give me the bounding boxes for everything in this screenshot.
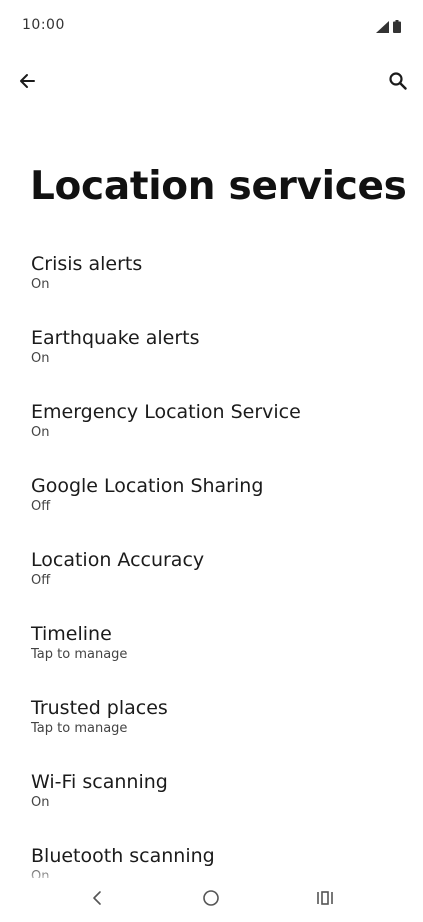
setting-summary: On: [31, 425, 50, 440]
setting-title: Trusted places: [31, 697, 168, 719]
setting-title: Wi-Fi scanning: [31, 771, 168, 793]
status-icons: [376, 18, 401, 37]
nav-back-button[interactable]: [82, 886, 112, 914]
search-button[interactable]: [383, 68, 413, 98]
setting-summary: On: [31, 795, 50, 810]
nav-back-icon: [91, 890, 103, 910]
nav-home-icon: [202, 889, 220, 911]
navigation-bar: [0, 878, 423, 922]
setting-location-accuracy[interactable]: Location Accuracy Off: [0, 540, 423, 614]
battery-icon: [393, 18, 401, 37]
setting-trusted-places[interactable]: Trusted places Tap to manage: [0, 688, 423, 762]
cell-signal-icon: [376, 18, 389, 37]
status-bar: 10:00: [0, 0, 423, 52]
setting-wifi-scanning[interactable]: Wi-Fi scanning On: [0, 762, 423, 836]
setting-google-location-sharing[interactable]: Google Location Sharing Off: [0, 466, 423, 540]
nav-recents-button[interactable]: [310, 886, 340, 914]
setting-summary: Off: [31, 573, 51, 588]
setting-title: Google Location Sharing: [31, 475, 264, 497]
page-title: Location services: [30, 164, 407, 209]
setting-title: Emergency Location Service: [31, 401, 301, 423]
setting-title: Timeline: [31, 623, 112, 645]
setting-title: Location Accuracy: [31, 549, 205, 571]
setting-summary: Tap to manage: [31, 647, 128, 662]
setting-title: Bluetooth scanning: [31, 845, 215, 867]
search-icon: [389, 72, 407, 94]
setting-summary: On: [31, 351, 50, 366]
setting-title: Crisis alerts: [31, 253, 143, 275]
setting-summary: Tap to manage: [31, 721, 128, 736]
setting-timeline[interactable]: Timeline Tap to manage: [0, 614, 423, 688]
nav-recents-icon: [316, 890, 334, 910]
screen: 10:00 Location services Crisis alerts On: [0, 0, 423, 922]
setting-emergency-location-service[interactable]: Emergency Location Service On: [0, 392, 423, 466]
setting-crisis-alerts[interactable]: Crisis alerts On: [0, 244, 423, 318]
setting-earthquake-alerts[interactable]: Earthquake alerts On: [0, 318, 423, 392]
arrow-back-icon: [18, 72, 36, 94]
setting-title: Earthquake alerts: [31, 327, 200, 349]
back-button[interactable]: [12, 68, 42, 98]
nav-home-button[interactable]: [196, 886, 226, 914]
setting-summary: Off: [31, 499, 51, 514]
toolbar: [0, 60, 423, 106]
status-time: 10:00: [22, 17, 65, 33]
settings-list: Crisis alerts On Earthquake alerts On Em…: [0, 244, 423, 910]
setting-summary: On: [31, 277, 50, 292]
